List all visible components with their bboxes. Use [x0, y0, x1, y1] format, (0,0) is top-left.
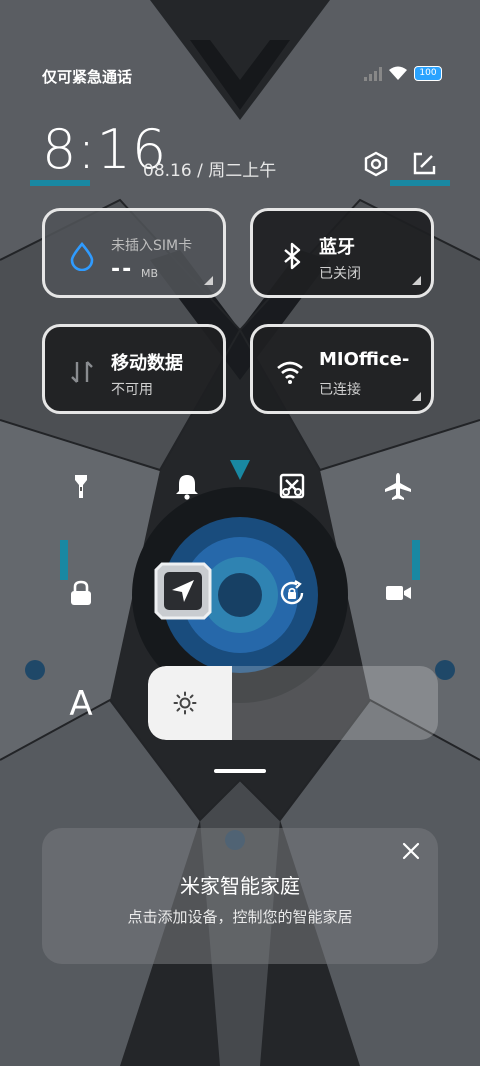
screenshot-icon: [279, 473, 305, 499]
battery-icon: 100: [414, 66, 442, 81]
mobile-data-status: 不可用: [111, 382, 153, 398]
wifi-icon: [277, 361, 303, 384]
wifi-icon: [389, 66, 407, 80]
drawer-handle[interactable]: [214, 769, 266, 773]
expand-corner-icon: [412, 392, 421, 401]
flashlight-icon: [75, 475, 87, 498]
edit-icon[interactable]: [410, 150, 438, 178]
signal-icon: [364, 66, 382, 81]
carrier-status: 仅可紧急通话: [42, 68, 133, 86]
water-drop-icon: [70, 241, 94, 271]
brightness-fill: [148, 666, 232, 740]
bluetooth-icon: [284, 242, 301, 270]
settings-icon[interactable]: [362, 150, 390, 178]
screenshot-toggle[interactable]: [272, 466, 312, 506]
mobile-data-tile[interactable]: 移动数据 不可用: [42, 324, 226, 414]
smart-home-subtitle: 点击添加设备，控制您的智能家居: [127, 908, 353, 926]
flashlight-toggle[interactable]: [61, 466, 101, 506]
brightness-slider[interactable]: [148, 666, 438, 740]
screen-lock-toggle[interactable]: [61, 573, 101, 613]
wifi-network-name: MIOffice-: [319, 349, 410, 370]
location-toggle[interactable]: [150, 558, 216, 624]
status-icons: 100: [364, 66, 442, 81]
notification-sound-toggle[interactable]: [167, 466, 207, 506]
wifi-tile[interactable]: MIOffice- 已连接: [250, 324, 434, 414]
airplane-mode-toggle[interactable]: [378, 466, 418, 506]
wifi-status: 已连接: [319, 382, 361, 398]
data-usage-unit: MB: [141, 267, 159, 280]
data-arrows-icon: [71, 361, 93, 383]
auto-brightness-toggle[interactable]: A: [64, 684, 98, 724]
rotation-lock-icon: [280, 580, 304, 605]
location-icon: [154, 562, 212, 620]
close-icon[interactable]: [400, 840, 422, 862]
bluetooth-label: 蓝牙: [319, 237, 355, 258]
lock-icon: [71, 580, 91, 605]
sun-icon: [173, 691, 197, 715]
sim-label: 未插入SIM卡: [111, 238, 193, 254]
bluetooth-status: 已关闭: [319, 266, 361, 282]
rotation-lock-toggle[interactable]: [272, 573, 312, 613]
smart-home-card[interactable]: 米家智能家庭 点击添加设备，控制您的智能家居: [42, 828, 438, 964]
video-camera-icon: [386, 586, 411, 600]
sim-data-tile[interactable]: 未插入SIM卡 -- MB: [42, 208, 226, 298]
smart-home-title: 米家智能家庭: [180, 874, 300, 898]
bell-icon: [176, 475, 198, 500]
mobile-data-label: 移动数据: [111, 353, 183, 374]
bluetooth-tile[interactable]: 蓝牙 已关闭: [250, 208, 434, 298]
date: 08.16 / 周二上午: [143, 161, 277, 181]
airplane-icon: [385, 473, 411, 500]
expand-corner-icon: [412, 276, 421, 285]
data-usage-value: --: [111, 257, 134, 282]
screen-recorder-toggle[interactable]: [378, 573, 418, 613]
expand-corner-icon: [204, 276, 213, 285]
